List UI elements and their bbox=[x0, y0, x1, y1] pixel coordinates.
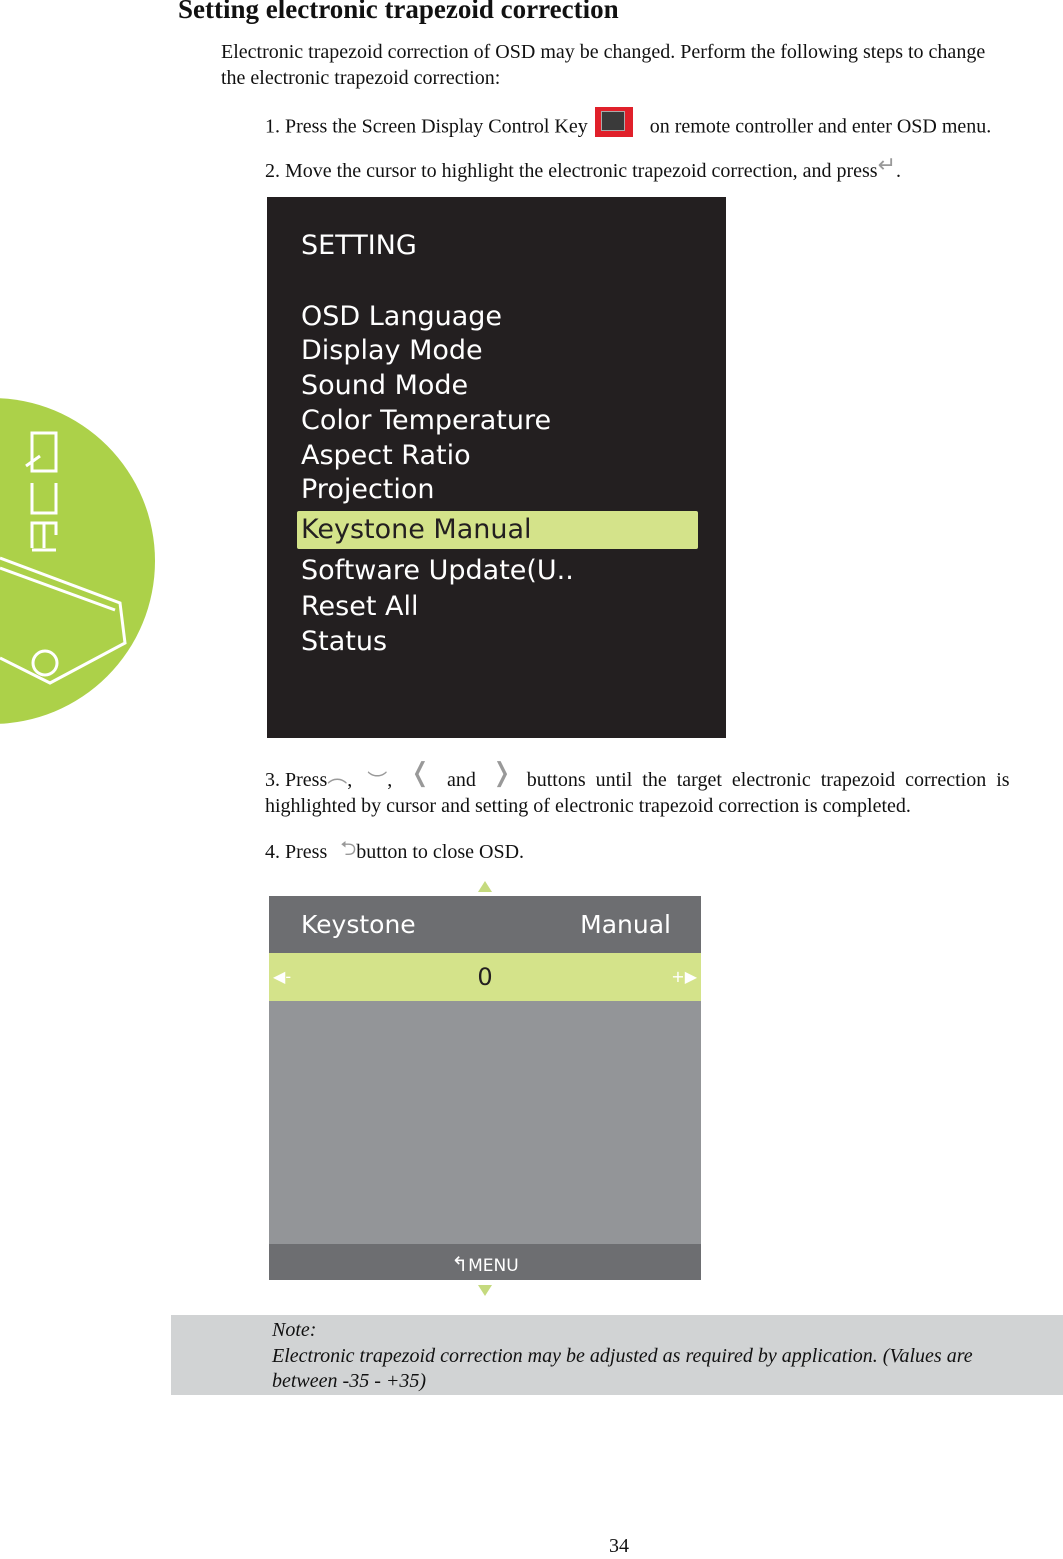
keystone-slider[interactable]: ◀- 0 +▶ bbox=[269, 953, 701, 1001]
keystone-label: Keystone bbox=[301, 910, 416, 939]
step-3: 3. Press︵, ︶, ❬ and ❭ buttons until the ta… bbox=[265, 760, 1063, 794]
menu-label: MENU bbox=[468, 1256, 519, 1276]
down-icon: ︶ bbox=[367, 769, 388, 794]
intro-line-1: Electronic trapezoid correction of OSD m… bbox=[221, 41, 986, 63]
menu-item[interactable]: Display Mode bbox=[301, 334, 483, 368]
note-box: Note: Electronic trapezoid correction ma… bbox=[171, 1315, 1063, 1395]
step-2-text: 2. Move the cursor to highlight the elec… bbox=[265, 160, 878, 182]
comma: , bbox=[387, 769, 393, 791]
note-line-1: Electronic trapezoid correction may be a… bbox=[272, 1345, 973, 1367]
osd-key-icon bbox=[594, 107, 633, 137]
note-title: Note: bbox=[272, 1319, 317, 1341]
section-heading: Setting electronic trapezoid correction bbox=[178, 0, 619, 24]
increase-button[interactable]: +▶ bbox=[671, 953, 697, 1001]
step-4-text: 4. Press bbox=[265, 841, 328, 863]
step-3-text: 3. Press bbox=[265, 769, 328, 791]
qumi-logo bbox=[0, 398, 160, 724]
menu-footer[interactable]: ↰MENU bbox=[269, 1244, 701, 1280]
right-icon: ❭ bbox=[490, 758, 513, 789]
menu-item[interactable]: Sound Mode bbox=[301, 369, 468, 403]
menu-item[interactable]: Software Update(U.. bbox=[301, 554, 574, 588]
step-1-text-end: on remote controller and enter OSD menu. bbox=[649, 115, 992, 138]
enter-icon: ↵ bbox=[877, 153, 897, 179]
osd-setting-menu: SETTING OSD Language Display Mode Sound … bbox=[267, 197, 726, 738]
and-text: and bbox=[447, 769, 476, 791]
menu-item[interactable]: Reset All bbox=[301, 590, 418, 624]
down-arrow-icon bbox=[478, 1285, 492, 1296]
step-2-period: . bbox=[896, 160, 902, 182]
step-1-text: 1. Press the Screen Display Control Key bbox=[265, 115, 588, 138]
menu-item[interactable]: Projection bbox=[301, 473, 435, 507]
note-line-2: between -35 - +35) bbox=[272, 1370, 427, 1392]
step-2: 2. Move the cursor to highlight the elec… bbox=[265, 153, 902, 185]
keystone-value: 0 bbox=[477, 963, 493, 991]
page-number: 34 bbox=[609, 1535, 629, 1557]
step-3-text-end: buttons until the target electronic trap… bbox=[526, 769, 1010, 791]
menu-item[interactable]: Status bbox=[301, 625, 387, 659]
step-1: 1. Press the Screen Display Control Key … bbox=[265, 107, 992, 143]
menu-item[interactable]: Color Temperature bbox=[301, 404, 551, 438]
keystone-mode: Manual bbox=[580, 910, 671, 939]
step-4: 4. Press ⮌button to close OSD. bbox=[265, 836, 525, 866]
left-icon: ❬ bbox=[409, 758, 432, 789]
return-icon: ↰ bbox=[451, 1252, 469, 1276]
up-icon: ︵ bbox=[327, 763, 348, 788]
menu-item-selected[interactable]: Keystone Manual bbox=[297, 511, 698, 549]
keystone-panel: Keystone Manual ◀- 0 +▶ ↰MENU bbox=[269, 896, 701, 1280]
menu-item[interactable]: Aspect Ratio bbox=[301, 439, 471, 473]
keystone-header: Keystone Manual bbox=[269, 896, 701, 953]
menu-title: SETTING bbox=[301, 230, 417, 261]
step-4-text-end: button to close OSD. bbox=[356, 841, 525, 863]
step-3-line-2: highlighted by cursor and setting of ele… bbox=[265, 795, 911, 817]
plus-label: + bbox=[671, 967, 685, 986]
back-icon: ⮌ bbox=[340, 836, 357, 861]
menu-item[interactable]: OSD Language bbox=[301, 300, 502, 334]
intro-line-2: the electronic trapezoid correction: bbox=[221, 67, 501, 89]
comma: , bbox=[347, 769, 353, 791]
up-arrow-icon bbox=[478, 881, 492, 892]
